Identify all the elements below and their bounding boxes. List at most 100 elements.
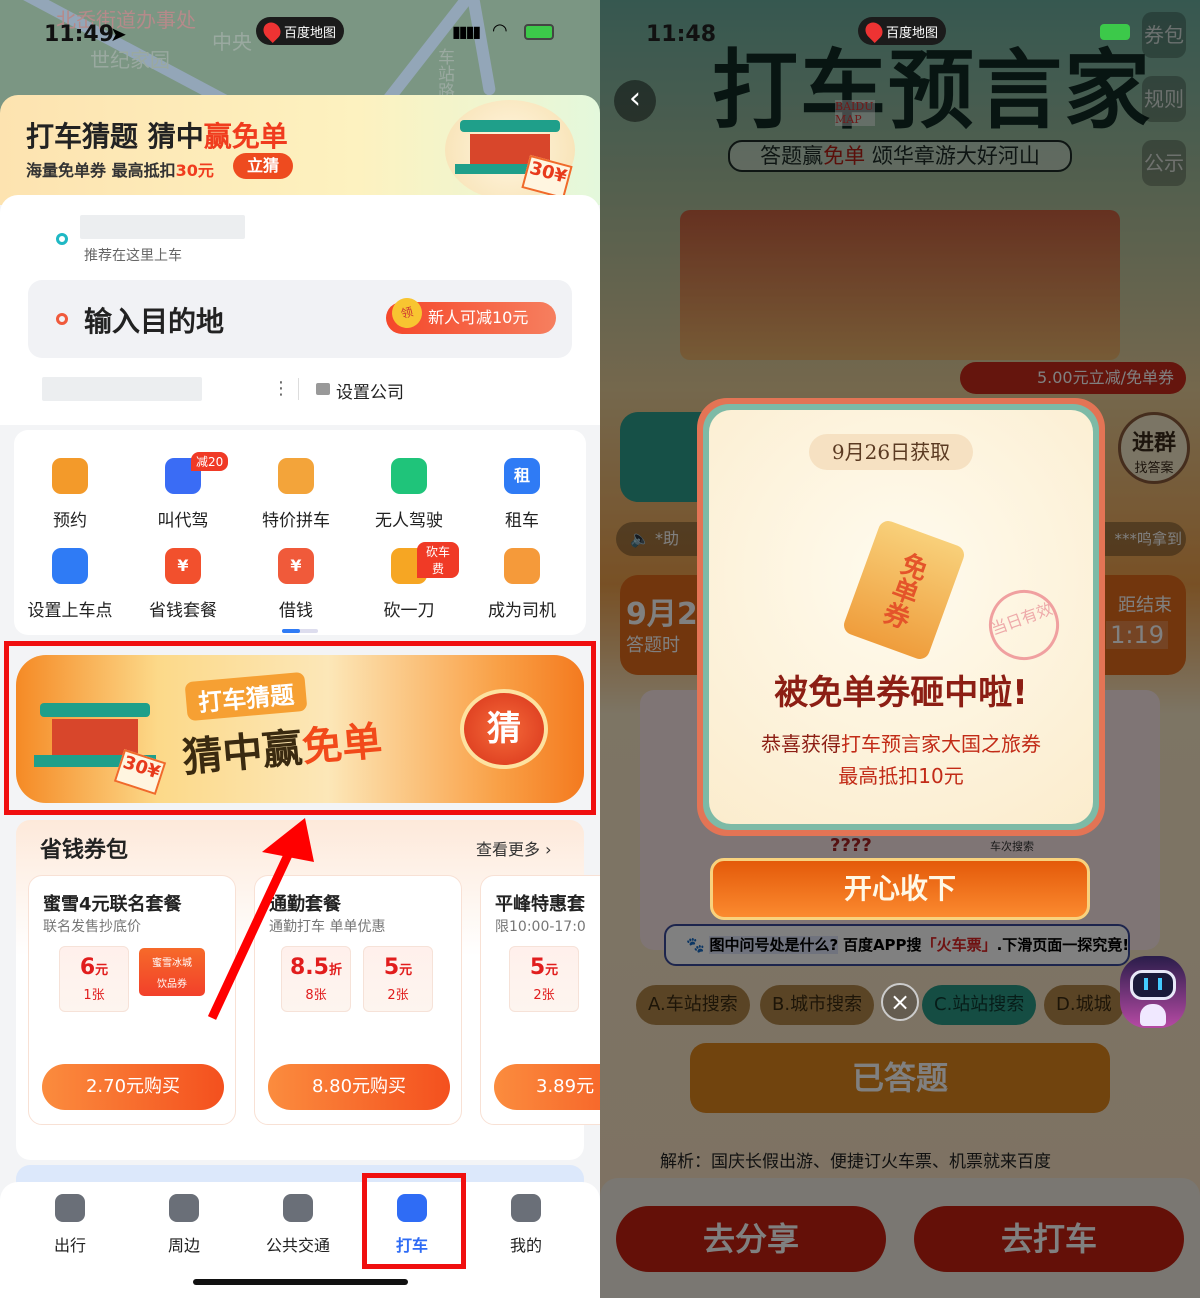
- mixue-brand-tile: 蜜雪冰城 饮品券: [139, 948, 205, 996]
- page-indicator: [282, 629, 318, 633]
- close-icon[interactable]: ×: [881, 983, 919, 1021]
- service-cut[interactable]: 砍一刀 砍车费: [359, 542, 459, 621]
- baidu-map-logo: BAIDU MAP: [835, 100, 875, 126]
- announcement-button[interactable]: 公示: [1142, 140, 1186, 186]
- guess-banner[interactable]: 30¥ 打车猜题 猜中赢免单 猜: [16, 655, 584, 803]
- map-label: 中央: [212, 30, 252, 54]
- coupon-pack-button[interactable]: 券包: [1142, 12, 1186, 58]
- coupon-card[interactable]: 通勤套餐 通勤打车 单单优惠 8.5折 8张 5元 2张 8.80元购买: [254, 875, 462, 1125]
- yuan-package-icon: ¥: [165, 548, 201, 584]
- speaker-icon: 🔈: [630, 529, 650, 548]
- go-taxi-button[interactable]: 去打车: [914, 1206, 1184, 1272]
- service-yuan-package[interactable]: ¥ 省钱套餐: [133, 548, 233, 621]
- profile-icon: [511, 1194, 541, 1222]
- nav-bus[interactable]: 公共交通: [258, 1194, 338, 1256]
- service-money-bag[interactable]: ¥ 借钱: [246, 548, 346, 621]
- coupon-tile: 5元 2张: [363, 946, 433, 1012]
- service-driver[interactable]: 叫代驾 减20: [133, 452, 233, 531]
- service-rent-car[interactable]: 租租车: [472, 458, 572, 531]
- buy-button[interactable]: 2.70元购买: [42, 1064, 224, 1110]
- map-label: 世纪家园: [90, 48, 170, 72]
- home-address-shortcut[interactable]: [42, 377, 202, 401]
- coupon-tile: 8.5折 8张: [281, 946, 351, 1012]
- section-title: 省钱券包: [40, 838, 129, 863]
- pickup-hint: 推荐在这里上车: [84, 248, 182, 264]
- nav-travel[interactable]: 出行: [30, 1194, 110, 1256]
- buy-button[interactable]: 3.89元: [494, 1064, 600, 1110]
- briefcase-icon: [316, 383, 330, 395]
- service-become-driver[interactable]: 成为司机: [472, 548, 572, 621]
- battery-icon: [524, 24, 554, 40]
- banner-line2: 猜中赢免单: [180, 718, 384, 782]
- free-ride-ticket-icon: 免单券: [841, 518, 967, 662]
- rules-button[interactable]: 规则: [1142, 76, 1186, 122]
- service-clock[interactable]: 预约: [20, 458, 120, 531]
- answer-option[interactable]: B.城市搜索: [760, 985, 875, 1025]
- newbie-discount-label: 新人可减10元: [428, 308, 529, 327]
- destination-input[interactable]: 输入目的地 领 新人可减10元: [28, 280, 572, 358]
- discount-banner: 5.00元立减/免单券: [960, 362, 1186, 394]
- map-label: 车站路: [434, 48, 454, 99]
- coupon-card[interactable]: 蜜雪4元联名套餐 联名发售抄底价 6元 1张 蜜雪冰城 饮品券 2.70元购买: [28, 875, 236, 1125]
- join-group-button[interactable]: 进群 找答案: [1118, 412, 1190, 484]
- nav-profile[interactable]: 我的: [486, 1194, 566, 1256]
- coupon-desc: 通勤打车 单单优惠: [269, 919, 386, 935]
- service-label: 设置上车点: [27, 601, 113, 621]
- pickup-address[interactable]: [80, 215, 245, 239]
- coupon-name: 平峰特惠套: [495, 894, 585, 915]
- service-label: 省钱套餐: [149, 601, 217, 621]
- game-title: 打车预言家: [712, 40, 1152, 141]
- newbie-discount-badge[interactable]: 领 新人可减10元: [386, 294, 556, 334]
- view-more-link[interactable]: 查看更多 ›: [476, 836, 552, 860]
- bus-icon: [283, 1194, 313, 1222]
- pickup-dot-icon: [56, 233, 68, 245]
- carpool-icon: [278, 458, 314, 494]
- services-grid: 预约 叫代驾 减20 特价拼车 无人驾驶 租租车 设置上车点 ¥ 省钱套餐 ¥ 借钱 砍一刀 砍车费 成为…: [14, 430, 586, 635]
- service-carpool[interactable]: 特价拼车: [246, 458, 346, 531]
- modal-title: 被免单券砸中啦!: [774, 673, 1028, 713]
- service-robotaxi[interactable]: 无人驾驶: [359, 458, 459, 531]
- reward-modal: 9月26日获取 免单券 当日有效 被免单券砸中啦! 恭喜获得打车预言家大国之旅券…: [697, 398, 1105, 836]
- location-arrow-icon: ➤: [110, 22, 127, 46]
- nav-label: 周边: [167, 1236, 200, 1255]
- service-pickup-point[interactable]: 设置上车点: [20, 548, 120, 621]
- service-label: 特价拼车: [262, 511, 330, 531]
- promo-banner[interactable]: 打车猜题 猜中赢免单 海量免单券 最高抵扣30元 立猜 30¥: [0, 95, 600, 205]
- accept-button[interactable]: 开心收下: [710, 858, 1090, 920]
- pickup-point-icon: [52, 548, 88, 584]
- service-label: 叫代驾: [157, 511, 209, 531]
- guess-button[interactable]: 猜: [460, 689, 548, 769]
- back-button[interactable]: ‹: [614, 80, 656, 122]
- answer-option[interactable]: D.城城: [1044, 985, 1124, 1025]
- answer-option[interactable]: A.车站搜索: [636, 985, 750, 1025]
- become-driver-icon: [504, 548, 540, 584]
- assistant-robot-icon[interactable]: [1120, 956, 1186, 1028]
- palace-illustration: 30¥: [445, 100, 575, 200]
- app-pill-label: 百度地图: [283, 25, 336, 41]
- guess-now-button[interactable]: 立猜: [233, 153, 293, 179]
- answer-option[interactable]: C.站站搜索: [922, 985, 1037, 1025]
- more-vertical-icon[interactable]: ⋮: [272, 378, 290, 399]
- rent-car-icon: 租: [504, 458, 540, 494]
- taxi-home-screen: 北岙街道办事处 世纪家园 中央 车站路 11:49 ➤ 百度地图 ▮▮▮▮ ◠ …: [0, 0, 600, 1298]
- status-time: 11:48: [646, 22, 717, 47]
- coupon-tile: 6元 1张: [59, 946, 129, 1012]
- baidu-map-logo-icon: [259, 18, 285, 44]
- hint-bar: 🐾 图中问号处是什么? 百度APP搜「火车票」.下滑页面一探究竟!: [664, 924, 1130, 966]
- set-company-button[interactable]: 设置公司: [336, 378, 404, 403]
- nav-nearby[interactable]: 周边: [144, 1194, 224, 1256]
- service-label: 预约: [53, 511, 87, 531]
- countdown: 1:19: [1106, 621, 1168, 649]
- travel-icon: [55, 1194, 85, 1222]
- coupon-desc: 限10:00-17:0: [495, 919, 586, 935]
- promo-title: 打车猜题 猜中赢免单: [26, 120, 288, 153]
- buy-button[interactable]: 8.80元购买: [268, 1064, 450, 1110]
- home-indicator: [193, 1279, 408, 1285]
- highlight-box: [362, 1173, 466, 1269]
- palace-illustration: [680, 210, 1120, 360]
- share-button[interactable]: 去分享: [616, 1206, 886, 1272]
- service-label: 借钱: [279, 601, 313, 621]
- coupon-card[interactable]: 平峰特惠套 限10:00-17:0 5元 2张 3.89元: [480, 875, 600, 1125]
- nav-label: 我的: [509, 1236, 542, 1255]
- app-pill-label: 百度地图: [885, 25, 938, 41]
